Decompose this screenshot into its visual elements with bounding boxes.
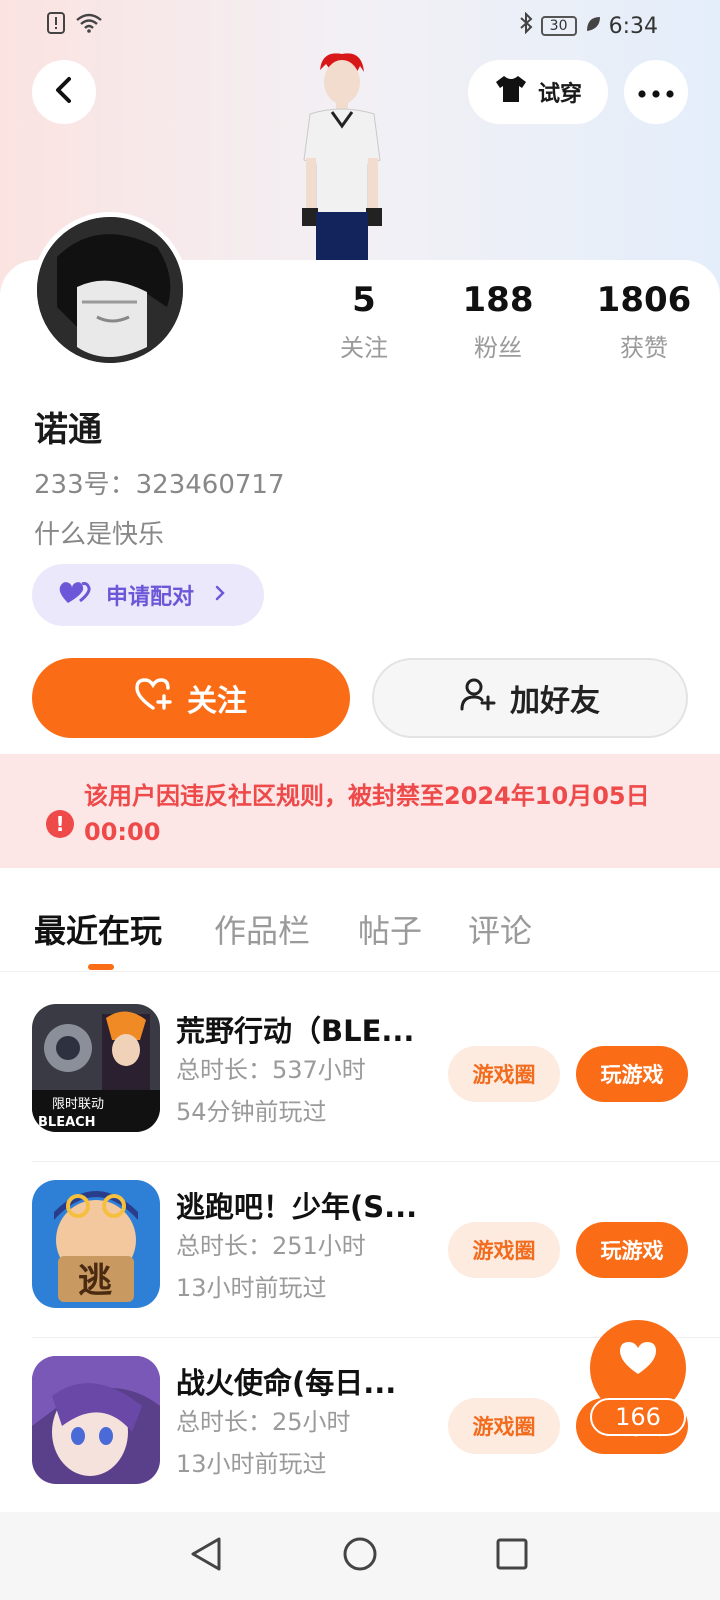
back-arrow-icon [53,76,75,108]
stat-fans-count: 188 [462,280,534,320]
user-id: 233号：323460717 [34,470,285,500]
tab-comments[interactable]: 评论 [468,906,532,952]
follow-button[interactable]: 关注 [32,658,350,738]
avatar-character-figure[interactable] [276,48,406,260]
profile-tabs: 最近在玩 作品栏 帖子 评论 [0,900,720,972]
user-avatar[interactable] [32,212,188,368]
stat-likes[interactable]: 1806 获赞 [584,280,704,363]
add-friend-label: 加好友 [510,684,600,719]
bluetooth-icon [519,11,533,40]
username: 诺通 [34,410,102,450]
game-last-played: 13小时前玩过 [176,1274,327,1302]
more-dots-icon [638,83,674,102]
more-options-button[interactable] [624,60,688,124]
tab-works[interactable]: 作品栏 [214,906,310,952]
nav-recents-icon [495,1537,529,1575]
game-row[interactable]: 限时联动 BLEACH 荒野行动（BLE... 总时长：537小时 54分钟前玩… [32,986,720,1162]
clock-time: 6:34 [608,13,658,39]
ban-notice: ! 该用户因违反社区规则，被封禁至2024年10月05日 00:00 [0,754,720,868]
tshirt-icon [494,74,528,110]
game-icon[interactable]: 逃 [32,1180,160,1308]
try-on-button[interactable]: 试穿 [468,60,608,124]
status-bar: 30 6:34 [0,0,720,50]
ban-notice-text: 该用户因违反社区规则，被封禁至2024年10月05日 00:00 [84,782,650,846]
request-pair-button[interactable]: 申请配对 [32,564,264,626]
nav-back-button[interactable] [184,1534,228,1578]
stat-fans[interactable]: 188 粉丝 [438,280,558,363]
system-nav-bar [0,1512,720,1600]
game-name: 荒野行动（BLE... [176,1014,415,1048]
svg-text:限时联动: 限时联动 [52,1097,104,1112]
nav-back-icon [189,1536,223,1576]
nav-recents-button[interactable] [490,1534,534,1578]
stat-following-label: 关注 [340,334,388,362]
battery-indicator: 30 [540,16,577,36]
play-game-button[interactable]: 玩游戏 [576,1046,688,1102]
play-game-button[interactable]: 玩游戏 [576,1222,688,1278]
status-right: 30 6:34 [519,11,658,40]
game-icon[interactable]: 限时联动 BLEACH [32,1004,160,1132]
stat-following[interactable]: 5 关注 [304,280,424,363]
game-duration: 总时长：251小时 [176,1232,366,1260]
game-row[interactable]: 逃 逃跑吧！少年(S... 总时长：251小时 13小时前玩过 游戏圈 玩游戏 [32,1162,720,1338]
like-count: 166 [590,1398,686,1436]
alert-icon [46,12,66,40]
stat-fans-label: 粉丝 [474,334,522,362]
game-name: 战火使命(每日... [176,1366,397,1400]
chevron-right-icon [214,583,226,608]
nav-home-icon [342,1536,378,1576]
game-name: 逃跑吧！少年(S... [176,1190,418,1224]
game-duration: 总时长：25小时 [176,1408,351,1436]
game-icon[interactable] [32,1356,160,1484]
game-duration: 总时长：537小时 [176,1056,366,1084]
stat-likes-label: 获赞 [620,334,668,362]
back-button[interactable] [32,60,96,124]
game-circle-button[interactable]: 游戏圈 [448,1222,560,1278]
wifi-icon [76,13,102,39]
game-circle-button[interactable]: 游戏圈 [448,1046,560,1102]
tab-recently-played[interactable]: 最近在玩 [34,906,162,952]
double-heart-icon [58,579,94,611]
tab-posts[interactable]: 帖子 [358,906,422,952]
heart-plus-icon [135,677,173,719]
follow-label: 关注 [187,684,247,719]
user-bio: 什么是快乐 [34,520,165,550]
svg-text:逃: 逃 [78,1261,112,1301]
stat-likes-count: 1806 [596,280,692,320]
leaf-icon [585,14,601,39]
warning-icon: ! [46,810,74,838]
status-left [46,12,102,40]
add-user-icon [460,677,496,719]
game-last-played: 13小时前玩过 [176,1450,327,1478]
game-last-played: 54分钟前玩过 [176,1098,327,1126]
try-on-label: 试穿 [537,82,582,107]
active-tab-indicator [88,964,114,970]
request-pair-label: 申请配对 [106,585,195,610]
nav-home-button[interactable] [338,1534,382,1578]
game-circle-button[interactable]: 游戏圈 [448,1398,560,1454]
add-friend-button[interactable]: 加好友 [372,658,688,738]
stat-following-count: 5 [352,280,376,320]
svg-text:BLEACH: BLEACH [38,1115,96,1130]
